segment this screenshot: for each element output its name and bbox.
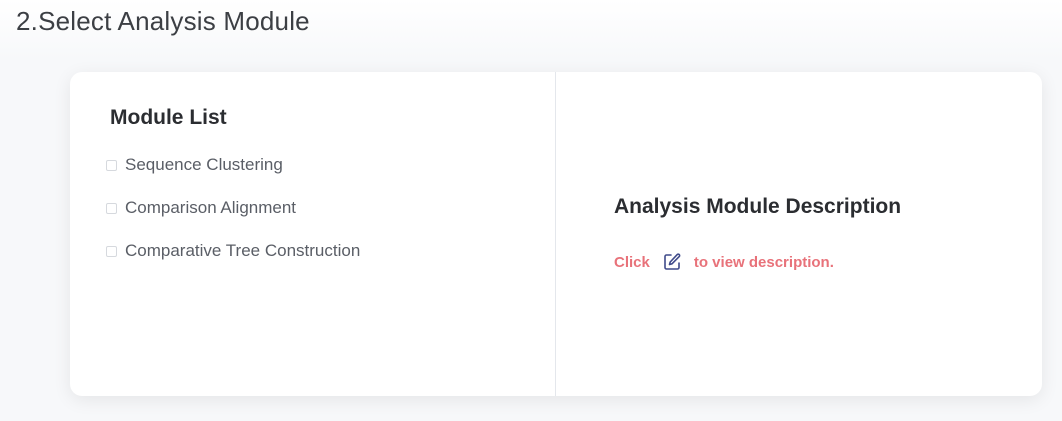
module-label: Sequence Clustering [125, 155, 283, 174]
module-checkbox[interactable] [106, 245, 117, 257]
module-list-panel: Module List Sequence Clustering Comparis… [70, 72, 556, 396]
section-title: 2.Select Analysis Module [16, 6, 310, 36]
hint-prefix: Click [614, 253, 650, 271]
analysis-module-card: Module List Sequence Clustering Comparis… [70, 72, 1042, 396]
hint-suffix: to view description. [693, 253, 834, 271]
description-title: Analysis Module Description [614, 195, 902, 218]
module-item-sequence-clustering[interactable]: Sequence Clustering [106, 154, 360, 176]
page: 2.Select Analysis Module Module List Seq… [0, 0, 1062, 421]
edit-icon[interactable] [662, 252, 682, 272]
module-label: Comparative Tree Construction [125, 241, 361, 260]
module-label: Comparison Alignment [125, 198, 297, 217]
module-checkbox[interactable] [106, 202, 117, 214]
module-checkbox[interactable] [106, 159, 117, 171]
module-item-comparative-tree-construction[interactable]: Comparative Tree Construction [106, 240, 360, 262]
module-item-comparison-alignment[interactable]: Comparison Alignment [106, 197, 360, 219]
description-hint: Click to view description. [614, 252, 834, 272]
module-list-title: Module List [110, 106, 227, 129]
module-list: Sequence Clustering Comparison Alignment… [106, 154, 360, 283]
module-description-panel: Analysis Module Description Click to vie… [556, 72, 1042, 396]
